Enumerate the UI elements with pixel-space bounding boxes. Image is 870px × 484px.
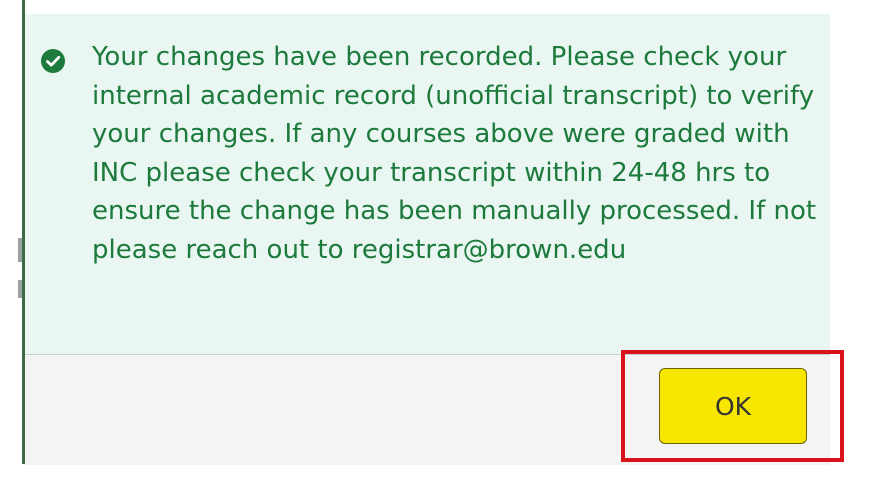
highlight-outline: [621, 350, 844, 462]
success-message-text: Your changes have been recorded. Please …: [92, 42, 817, 265]
page: Your changes have been recorded. Please …: [0, 0, 870, 484]
background-control-edge: [18, 280, 22, 298]
success-message-panel: Your changes have been recorded. Please …: [25, 14, 830, 354]
background-control-edge: [18, 238, 22, 262]
check-circle-icon: [41, 49, 65, 73]
